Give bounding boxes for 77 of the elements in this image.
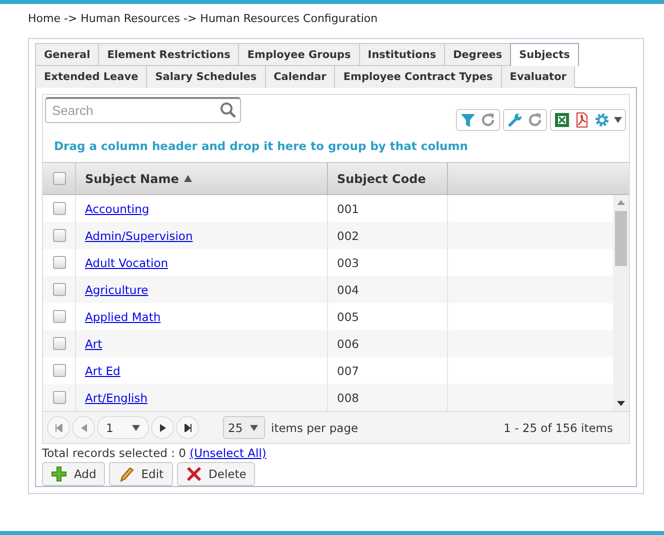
tab[interactable]: Degrees [444,43,512,66]
select-all-checkbox[interactable] [52,172,66,185]
table-cell: 001 [337,202,359,216]
wrench-icon[interactable] [507,112,523,128]
subject-link[interactable]: Admin/Supervision [85,228,193,242]
caret-icon [132,424,140,430]
first-page-icon [54,424,62,432]
last-page-icon [184,424,192,432]
previous-page-button[interactable] [72,416,95,439]
tab[interactable]: Subjects [510,43,579,66]
first-page-button[interactable] [47,416,70,439]
plus-icon [51,466,67,482]
row-checkbox[interactable] [52,310,66,323]
page-dropdown[interactable]: 1 [97,416,149,439]
cross-icon [186,466,202,482]
tab[interactable]: Evaluator [500,65,576,88]
next-page-button[interactable] [151,416,174,439]
row-checkbox[interactable] [52,256,66,269]
tab[interactable]: Calendar [264,65,336,88]
row-checkbox[interactable] [52,391,66,404]
subject-link[interactable]: Adult Vocation [85,256,168,270]
subject-link[interactable]: Art Ed [85,364,120,378]
caret-icon[interactable] [614,117,622,123]
search-icon [220,102,236,118]
row-checkbox[interactable] [52,229,66,242]
column-header[interactable]: Subject Code [328,163,448,194]
column-header[interactable]: Subject Name [76,163,328,194]
delete-button[interactable]: Delete [176,462,256,486]
subject-link[interactable]: Applied Math [85,310,161,324]
subject-link[interactable]: Accounting [85,202,150,216]
refresh-icon[interactable] [480,112,496,128]
scroll-up-arrow-icon[interactable] [617,200,625,205]
tab[interactable]: Salary Schedules [146,65,266,88]
row-checkbox[interactable] [52,364,66,377]
pager-summary: 1 - 25 of 156 items [504,420,614,434]
scrollbar-thumb[interactable] [615,211,627,266]
pdf-document-icon[interactable] [574,112,590,128]
caret-icon [250,424,258,430]
spreadsheet-icon[interactable] [554,112,570,128]
subject-link[interactable]: Art [85,336,102,350]
items-per-page-label: items per page [271,420,358,434]
right-triangle-icon [160,424,166,432]
search-field[interactable]: Search [45,97,241,123]
page-size-dropdown[interactable]: 25 [223,416,265,439]
row-checkbox[interactable] [52,202,66,215]
pencil-icon [118,466,134,482]
filter-icon[interactable] [460,112,476,128]
refresh-icon[interactable] [527,112,543,128]
left-triangle-icon [80,424,86,432]
table-cell: 003 [337,256,359,270]
subject-link[interactable]: Agriculture [85,282,148,296]
sort-up-icon [184,175,192,182]
scrollbar[interactable] [613,195,629,411]
table-cell: 005 [337,310,359,324]
edit-button[interactable]: Edit [109,462,173,486]
tab[interactable]: Extended Leave [35,65,148,88]
tab[interactable]: Element Restrictions [98,43,240,66]
selection-count: Total records selected : 0 [42,446,186,460]
tab[interactable]: General [35,43,100,66]
last-page-button[interactable] [176,416,199,439]
subject-link[interactable]: Art/English [85,390,148,404]
scroll-down-arrow-icon[interactable] [617,401,625,406]
row-checkbox[interactable] [52,337,66,350]
table-cell: 007 [337,364,359,378]
table-cell: 002 [337,228,359,242]
group-by-hint: Drag a column header and drop it here to group by that column [53,138,469,155]
gear-icon[interactable] [594,112,610,128]
tab[interactable]: Employee Groups [238,43,360,66]
row-checkbox[interactable] [52,283,66,296]
table-cell: 004 [337,282,359,296]
unselect-all-link[interactable]: (Unselect All) [190,446,266,460]
tab[interactable]: Employee Contract Types [334,65,502,88]
table-cell: 008 [337,390,359,404]
tab[interactable]: Institutions [358,43,446,66]
breadcrumb: Home -> Human Resources -> Human Resources Configuration [28,12,379,26]
table-cell: 006 [337,336,359,350]
add-button[interactable]: Add [42,462,106,486]
